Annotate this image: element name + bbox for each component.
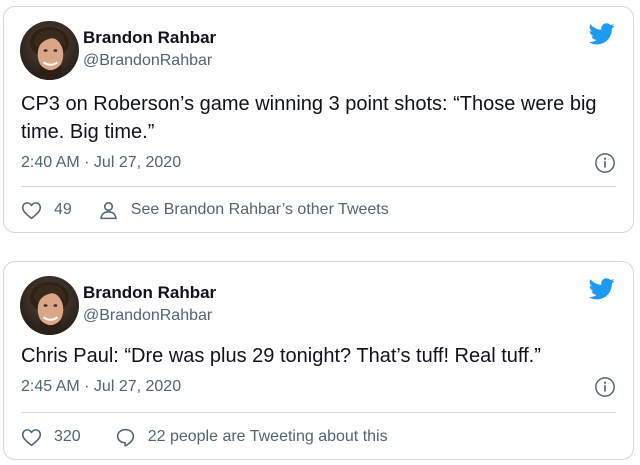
see-other-tweets-label: See Brandon Rahbar’s other Tweets <box>130 201 389 218</box>
tweet-card[interactable]: Brandon Rahbar @BrandonRahbar CP3 on Rob… <box>3 6 634 233</box>
profile-photo <box>20 276 79 335</box>
author-handle[interactable]: @BrandonRahbar <box>83 307 212 325</box>
author-name[interactable]: Brandon Rahbar <box>83 28 216 48</box>
twitter-bird-icon[interactable] <box>589 23 615 45</box>
avatar[interactable] <box>20 21 79 80</box>
heart-icon <box>21 201 42 219</box>
twitter-bird-icon[interactable] <box>589 278 615 300</box>
tweet-timestamp[interactable]: 2:40 AM · Jul 27, 2020 <box>21 154 181 172</box>
tweet-actions: 320 22 people are Tweeting about this <box>21 425 616 449</box>
see-other-tweets-link[interactable]: See Brandon Rahbar’s other Tweets <box>98 200 389 221</box>
avatar[interactable] <box>20 276 79 335</box>
speech-bubble-icon <box>116 428 134 447</box>
conversation-label: 22 people are Tweeting about this <box>147 428 388 445</box>
conversation-link[interactable]: 22 people are Tweeting about this <box>115 427 388 448</box>
person-icon <box>100 201 117 219</box>
author-name[interactable]: Brandon Rahbar <box>83 283 216 303</box>
info-icon[interactable] <box>594 152 616 174</box>
like-count: 49 <box>54 201 72 218</box>
tweet-text: CP3 on Roberson’s game winning 3 point s… <box>21 93 597 143</box>
divider <box>21 186 616 187</box>
tweet-timestamp[interactable]: 2:45 AM · Jul 27, 2020 <box>21 378 181 396</box>
heart-icon <box>21 428 42 446</box>
like-count: 320 <box>54 428 81 445</box>
like-button[interactable]: 49 <box>21 200 72 221</box>
author-handle[interactable]: @BrandonRahbar <box>83 52 212 70</box>
divider <box>21 412 616 413</box>
profile-photo <box>20 21 79 80</box>
tweet-card[interactable]: Brandon Rahbar @BrandonRahbar Chris Paul… <box>3 261 634 460</box>
tweet-actions: 49 See Brandon Rahbar’s other Tweets <box>21 198 616 222</box>
like-button[interactable]: 320 <box>21 427 81 448</box>
tweet-text: Chris Paul: “Dre was plus 29 tonight? Th… <box>21 345 541 367</box>
info-icon[interactable] <box>594 376 616 398</box>
